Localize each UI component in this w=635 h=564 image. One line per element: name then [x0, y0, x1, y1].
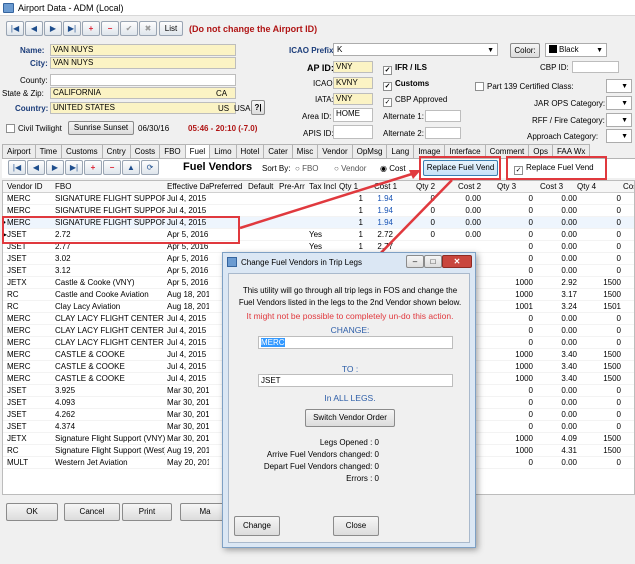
to-vendor-field[interactable]: JSET	[258, 374, 453, 387]
dialog-title: Change Fuel Vendors in Trip Legs	[241, 258, 362, 267]
change-label: CHANGE:	[330, 325, 370, 335]
change-fuel-vendors-dialog: Change Fuel Vendors in Trip Legs – □ ✕ T…	[222, 252, 476, 548]
arrow-line	[239, 171, 416, 230]
from-vendor-field[interactable]: MERC	[258, 336, 453, 349]
switch-vendor-order-button[interactable]: Switch Vendor Order	[305, 409, 395, 427]
maximize-button[interactable]: □	[424, 255, 442, 268]
undo-warning: It might not be possible to completely u…	[246, 311, 454, 321]
close-button[interactable]: Close	[333, 516, 379, 536]
close-icon[interactable]: ✕	[442, 255, 472, 268]
errors-count: Errors : 0	[346, 474, 379, 483]
description-line-2: Fuel Vendors listed in the legs to the 2…	[238, 298, 462, 307]
description-line-1: This utility will go through all trip le…	[242, 286, 458, 295]
dialog-body: This utility will go through all trip le…	[228, 273, 470, 543]
arrive-changed-count: Arrive Fuel Vendors changed: 0	[266, 450, 379, 459]
change-button[interactable]: Change	[234, 516, 280, 536]
ok-button[interactable]: OK	[6, 503, 58, 521]
cancel-button[interactable]: Cancel	[64, 503, 120, 521]
minimize-button[interactable]: –	[406, 255, 424, 268]
to-label: TO :	[341, 364, 359, 374]
depart-changed-count: Depart Fuel Vendors changed: 0	[263, 462, 379, 471]
arrow-line	[371, 179, 453, 263]
print-button[interactable]: Print	[122, 503, 172, 521]
app-icon	[227, 257, 237, 267]
all-legs-label: In ALL LEGS.	[324, 393, 376, 403]
legs-opened-count: Legs Opened : 0	[319, 438, 379, 447]
